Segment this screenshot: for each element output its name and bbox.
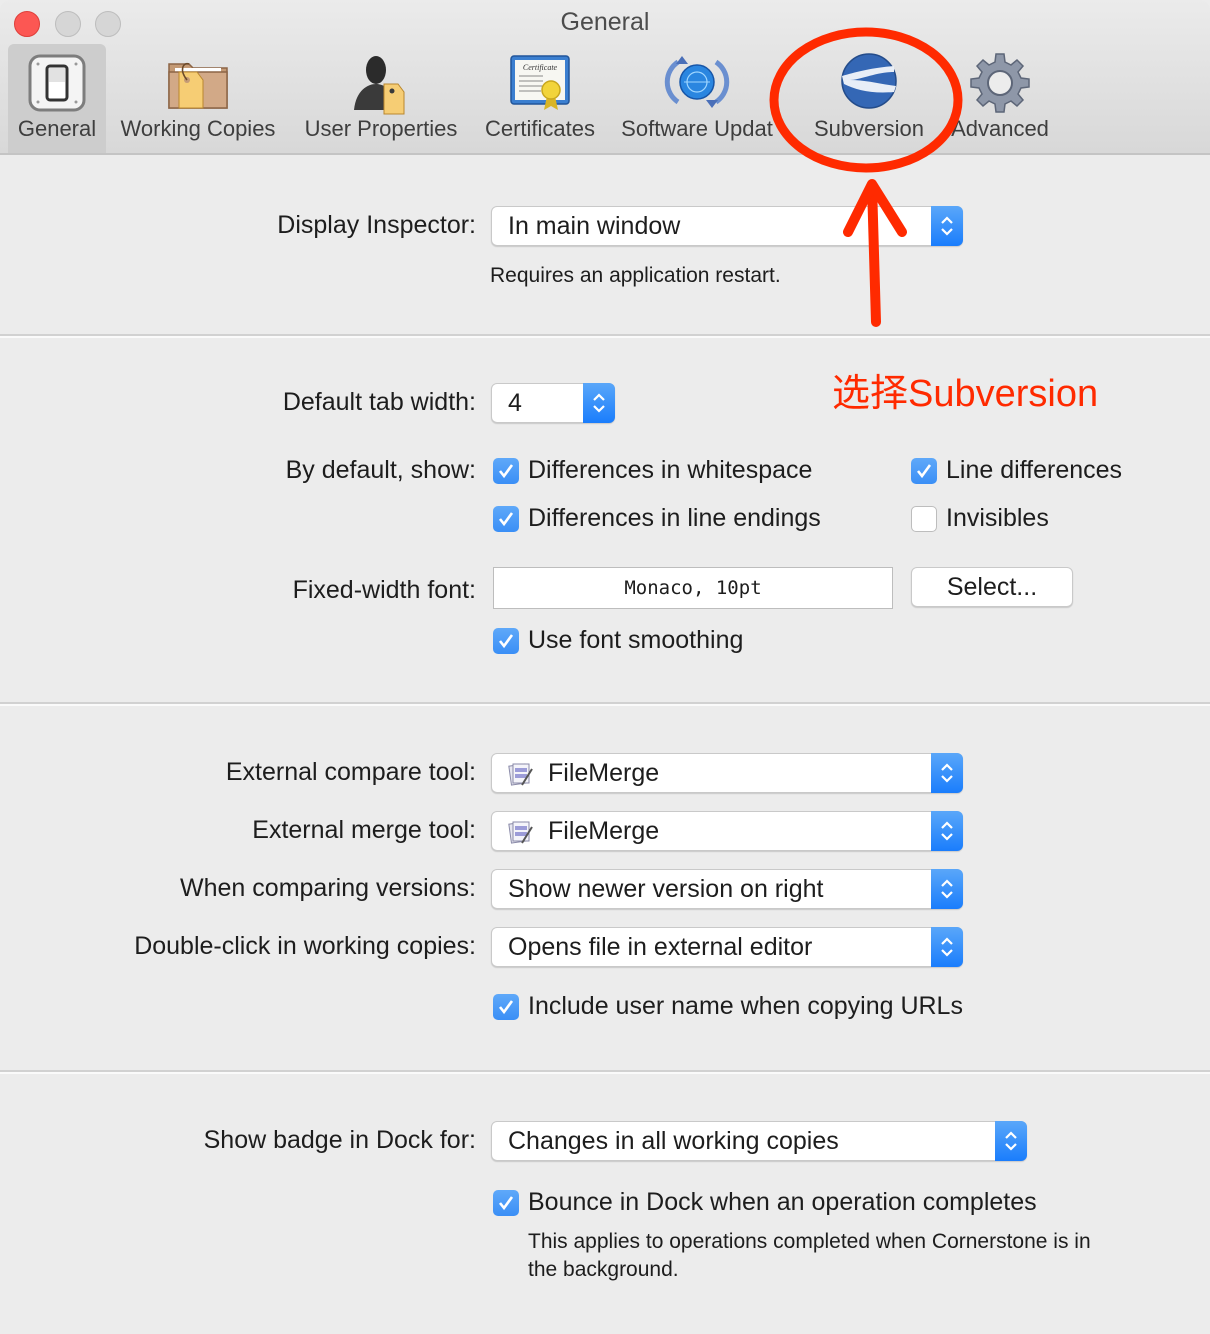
font-label: Fixed-width font: xyxy=(292,576,476,604)
tab-user-properties[interactable]: User Properties xyxy=(295,44,467,153)
svg-text:Certificate: Certificate xyxy=(523,63,558,72)
tab-general[interactable]: General xyxy=(8,44,106,153)
badge-popup[interactable]: Changes in all working copies xyxy=(491,1121,1027,1161)
popup-value: FileMerge xyxy=(548,817,660,845)
section-divider xyxy=(0,334,1210,338)
chevron-updown-icon xyxy=(931,811,963,851)
annotation-arrow xyxy=(843,179,907,327)
popup-value: In main window xyxy=(508,212,681,240)
tab-width-popup[interactable]: 4 xyxy=(491,383,615,423)
chevron-updown-icon xyxy=(931,927,963,967)
gear-icon xyxy=(970,53,1030,113)
bounce-label: Bounce in Dock when an operation complet… xyxy=(528,1188,1037,1216)
tab-label: Advanced xyxy=(951,116,1049,141)
section-divider xyxy=(0,1070,1210,1074)
font-smoothing-checkbox[interactable] xyxy=(493,628,519,654)
software-update-icon xyxy=(664,56,730,108)
chevron-updown-icon xyxy=(931,753,963,793)
title-bar: General General Working Copies User Prop… xyxy=(0,0,1210,155)
tab-label: Subversion xyxy=(813,116,925,141)
switch-icon xyxy=(28,54,86,112)
user-tag-icon xyxy=(354,56,405,115)
show-label: By default, show: xyxy=(285,456,476,484)
certificate-icon: Certificate xyxy=(510,55,570,110)
whitespace-label: Differences in whitespace xyxy=(528,456,813,484)
checkmark-icon xyxy=(498,1000,514,1015)
window-title: General xyxy=(560,8,650,36)
section-divider xyxy=(0,702,1210,706)
checkmark-icon xyxy=(916,464,932,479)
comparing-versions-label: When comparing versions: xyxy=(180,874,476,902)
restart-note: Requires an application restart. xyxy=(490,264,781,287)
popup-value: Opens file in external editor xyxy=(508,933,813,961)
tab-subversion[interactable]: Subversion xyxy=(805,44,933,153)
checkmark-icon xyxy=(498,1196,514,1211)
tab-label: Working Copies xyxy=(120,116,276,141)
bounce-checkbox[interactable] xyxy=(493,1190,519,1216)
badge-label: Show badge in Dock for: xyxy=(203,1126,476,1154)
subversion-icon xyxy=(841,53,897,109)
whitespace-checkbox[interactable] xyxy=(493,458,519,484)
tab-software-update[interactable]: Software Updat xyxy=(612,44,782,153)
checkmark-icon xyxy=(498,464,514,479)
chevron-updown-icon xyxy=(931,206,963,246)
folder-tag-icon xyxy=(168,62,228,109)
double-click-popup[interactable]: Opens file in external editor xyxy=(491,927,963,967)
popup-value: 4 xyxy=(508,389,522,417)
popup-value: Show newer version on right xyxy=(508,875,824,903)
invisibles-checkbox[interactable] xyxy=(911,506,937,532)
tab-label: General xyxy=(17,116,97,141)
font-smoothing-label: Use font smoothing xyxy=(528,626,744,654)
include-user-checkbox[interactable] xyxy=(493,994,519,1020)
popup-value: Changes in all working copies xyxy=(508,1127,839,1155)
bounce-note-line1: This applies to operations completed whe… xyxy=(528,1230,1091,1253)
line-endings-label: Differences in line endings xyxy=(528,504,821,532)
display-inspector-label: Display Inspector: xyxy=(277,211,476,239)
compare-tool-label: External compare tool: xyxy=(225,758,476,786)
chevron-updown-icon xyxy=(995,1121,1027,1161)
checkmark-icon xyxy=(498,634,514,649)
line-endings-checkbox[interactable] xyxy=(493,506,519,532)
tab-label: User Properties xyxy=(304,116,458,141)
tab-working-copies[interactable]: Working Copies xyxy=(112,44,284,153)
line-differences-checkbox[interactable] xyxy=(911,458,937,484)
invisibles-label: Invisibles xyxy=(946,504,1049,532)
tab-label: Software Updat xyxy=(621,116,773,141)
comparing-versions-popup[interactable]: Show newer version on right xyxy=(491,869,963,909)
line-differences-label: Line differences xyxy=(946,456,1123,484)
annotation-text: 选择Subversion xyxy=(832,373,1099,415)
filemerge-icon xyxy=(508,763,533,786)
popup-value: FileMerge xyxy=(548,759,660,787)
tab-label: Certificates xyxy=(484,116,596,141)
chevron-updown-icon xyxy=(931,869,963,909)
chevron-updown-icon xyxy=(583,383,615,423)
merge-tool-popup[interactable]: FileMerge xyxy=(491,811,963,851)
font-field: Monaco, 10pt xyxy=(493,567,893,609)
tab-width-label: Default tab width: xyxy=(282,388,476,416)
filemerge-icon xyxy=(508,821,533,844)
compare-tool-popup[interactable]: FileMerge xyxy=(491,753,963,793)
double-click-label: Double-click in working copies: xyxy=(134,932,476,960)
select-font-button[interactable]: Select... xyxy=(911,567,1073,607)
tab-certificates[interactable]: Certificate Certificates xyxy=(474,44,606,153)
tab-advanced[interactable]: Advanced xyxy=(938,44,1062,153)
checkmark-icon xyxy=(498,512,514,527)
merge-tool-label: External merge tool: xyxy=(252,816,476,844)
bounce-note-line2: the background. xyxy=(528,1258,679,1281)
display-inspector-popup[interactable]: In main window xyxy=(491,206,963,246)
include-user-label: Include user name when copying URLs xyxy=(528,992,963,1020)
